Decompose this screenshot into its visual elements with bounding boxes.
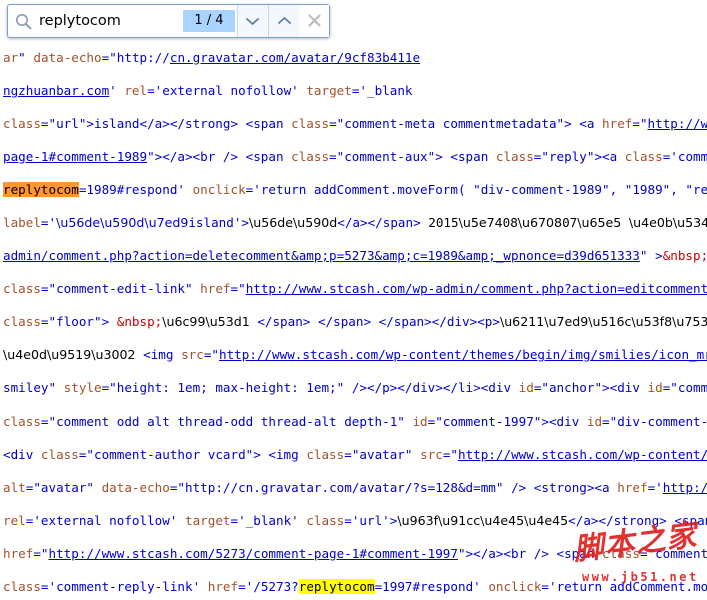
code-line: admin/comment.php?action=deletecomment&a…: [3, 248, 707, 264]
find-match-current: replytocom: [3, 181, 79, 197]
find-close-button[interactable]: [299, 5, 329, 37]
match-count-label: 1 / 4: [183, 10, 235, 32]
find-bar[interactable]: 1 / 4: [7, 4, 330, 38]
code-line: replytocom=1989#respond' onclick='return…: [3, 181, 707, 197]
find-previous-button[interactable]: [267, 5, 300, 37]
code-line: rel='external nofollow' target='_blank' …: [3, 512, 707, 528]
code-line: label='\u56de\u590d\u7ed9island'>\u56de\…: [3, 215, 707, 231]
code-line: <div class="comment-author vcard"> <img …: [3, 446, 707, 462]
chevron-up-icon: [277, 16, 292, 26]
code-line: class="floor"> &nbsp;\u6c99\u53d1 </span…: [3, 314, 707, 330]
code-line: alt="avatar" data-echo="http://cn.gravat…: [3, 479, 707, 495]
code-line: ar" data-echo="http://cn.gravatar.com/av…: [3, 49, 421, 65]
search-icon: [15, 13, 32, 30]
find-next-button[interactable]: [236, 5, 268, 37]
code-line: href="http://www.stcash.com/5273/comment…: [3, 545, 707, 561]
find-input[interactable]: [39, 13, 184, 29]
find-input-wrap[interactable]: [8, 5, 184, 37]
code-line: \u4e0d\u9519\u3002 <img src="http://www.…: [3, 347, 707, 363]
code-line: class="url">island</a></strong> <span cl…: [3, 115, 707, 131]
chevron-down-icon: [245, 16, 260, 26]
find-match: replytocom: [298, 579, 375, 595]
view-source-page: ar" data-echo="http://cn.gravatar.com/av…: [0, 0, 707, 600]
source-code-text: ar" data-echo="http://cn.gravatar.com/av…: [3, 33, 707, 600]
code-line: class="comment odd alt thread-odd thread…: [3, 413, 707, 429]
code-line: class='comment-reply-link' href='/5273?r…: [3, 579, 707, 595]
close-icon: [308, 12, 321, 31]
code-line: page-1#comment-1989"></a><br /> <span cl…: [3, 148, 707, 164]
code-line: class="comment-edit-link" href="http://w…: [3, 281, 707, 297]
code-line: ngzhuanbar.com' rel='external nofollow' …: [3, 82, 413, 98]
code-line: smiley" style="height: 1em; max-height: …: [3, 380, 707, 396]
